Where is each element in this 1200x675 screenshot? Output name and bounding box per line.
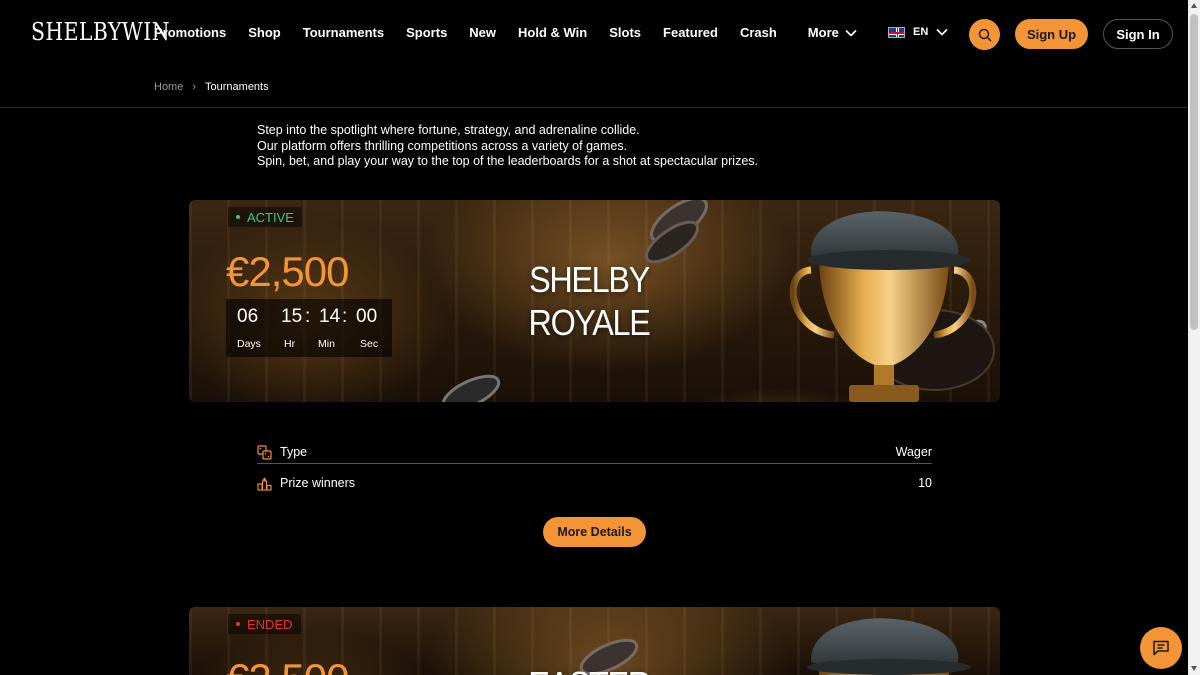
nav-item-shop[interactable]: Shop xyxy=(248,25,281,40)
countdown-separator: : xyxy=(342,306,348,327)
nav-item-sports[interactable]: Sports xyxy=(406,25,447,40)
language-code: EN xyxy=(913,26,929,38)
chat-button[interactable] xyxy=(1140,627,1182,669)
nav-more-label: More xyxy=(807,25,839,40)
countdown-seconds: 00 xyxy=(356,306,378,327)
search-icon xyxy=(978,28,991,41)
detail-label: Type xyxy=(280,445,308,459)
nav-more-dropdown[interactable]: More xyxy=(808,25,857,40)
tournament-title-line1: EASTER xyxy=(499,663,679,675)
countdown-separator: : xyxy=(305,306,311,327)
sign-in-button[interactable]: Sign In xyxy=(1103,19,1173,49)
scroll-up-arrow-icon[interactable] xyxy=(1191,3,1197,8)
trophy-illustration xyxy=(789,211,977,402)
scrollbar-thumb[interactable] xyxy=(1190,14,1198,330)
sign-up-button[interactable]: Sign Up xyxy=(1015,19,1088,49)
nav-item-featured[interactable]: Featured xyxy=(663,25,718,40)
tournament-title: SHELBY ROYALE xyxy=(499,258,679,344)
nav-item-promotions[interactable]: Promotions xyxy=(154,25,226,40)
detail-row-prize-winners: Prize winners 10 xyxy=(257,468,932,498)
main-nav: Promotions Shop Tournaments Sports New H… xyxy=(154,25,879,40)
detail-value: Wager xyxy=(895,445,932,459)
prize-amount: €2,500 xyxy=(226,655,349,675)
status-dot xyxy=(236,622,240,626)
site-logo[interactable]: SHELBYWIN xyxy=(31,18,170,46)
countdown-minutes: 14 xyxy=(319,306,341,327)
countdown-timer: 06 15 : 14 : 00 Days Hr Min Sec xyxy=(226,299,392,357)
tournament-title: EASTER xyxy=(499,663,679,675)
status-badge-ended: ENDED xyxy=(228,614,301,634)
tournament-title-line2: ROYALE xyxy=(528,302,651,343)
tournament-banner-shelby-royale[interactable]: ACTIVE €2,500 06 15 : 14 : 00 Days Hr Mi… xyxy=(189,200,1000,402)
status-badge-active: ACTIVE xyxy=(228,207,302,227)
breadcrumb-home[interactable]: Home xyxy=(154,81,183,93)
nav-item-new[interactable]: New xyxy=(469,25,496,40)
page-scrollbar[interactable] xyxy=(1188,0,1200,675)
breadcrumb-current: Tournaments xyxy=(205,81,269,93)
intro-text: Step into the spotlight where fortune, s… xyxy=(257,123,758,170)
detail-row-type: Type Wager xyxy=(257,437,932,467)
language-selector[interactable]: EN xyxy=(888,26,948,38)
podium-icon xyxy=(257,476,272,491)
site-header: SHELBYWIN Promotions Shop Tournaments Sp… xyxy=(0,0,1188,68)
uk-flag-icon xyxy=(888,26,905,38)
countdown-hours: 15 xyxy=(281,306,303,327)
chat-icon xyxy=(1153,640,1169,656)
countdown-minutes-label: Min xyxy=(318,338,335,350)
detail-label: Prize winners xyxy=(280,476,356,490)
dice-icon xyxy=(257,444,272,460)
nav-item-slots[interactable]: Slots xyxy=(609,25,641,40)
nav-item-tournaments[interactable]: Tournaments xyxy=(303,25,384,40)
breadcrumb: Home › Tournaments xyxy=(154,81,269,93)
scroll-down-arrow-icon[interactable] xyxy=(1191,666,1197,671)
nav-item-crash[interactable]: Crash xyxy=(740,25,777,40)
nav-item-hold-and-win[interactable]: Hold & Win xyxy=(518,25,587,40)
status-label: ACTIVE xyxy=(247,209,294,225)
tournament-details: Type Wager Prize winners 10 xyxy=(257,437,932,498)
status-dot xyxy=(236,215,240,219)
tournament-title-line1: SHELBY xyxy=(529,259,650,300)
countdown-seconds-label: Sec xyxy=(360,338,379,350)
countdown-hours-label: Hr xyxy=(284,338,296,350)
intro-line: Spin, bet, and play your way to the top … xyxy=(257,154,758,168)
detail-value: 10 xyxy=(918,476,932,490)
countdown-days-label: Days xyxy=(237,338,261,350)
chevron-down-icon xyxy=(845,29,857,37)
header-divider xyxy=(0,107,1188,108)
tournament-banner-easter[interactable]: ENDED €2,500 EASTER xyxy=(189,607,1000,675)
intro-line: Step into the spotlight where fortune, s… xyxy=(257,123,640,137)
search-button[interactable] xyxy=(969,19,1000,50)
more-details-button[interactable]: More Details xyxy=(543,517,646,547)
countdown-days: 06 xyxy=(237,306,259,327)
chevron-down-icon xyxy=(936,28,948,36)
breadcrumb-separator: › xyxy=(192,81,197,93)
status-label: ENDED xyxy=(247,616,293,632)
intro-line: Our platform offers thrilling competitio… xyxy=(257,138,628,153)
prize-amount: €2,500 xyxy=(226,248,349,295)
